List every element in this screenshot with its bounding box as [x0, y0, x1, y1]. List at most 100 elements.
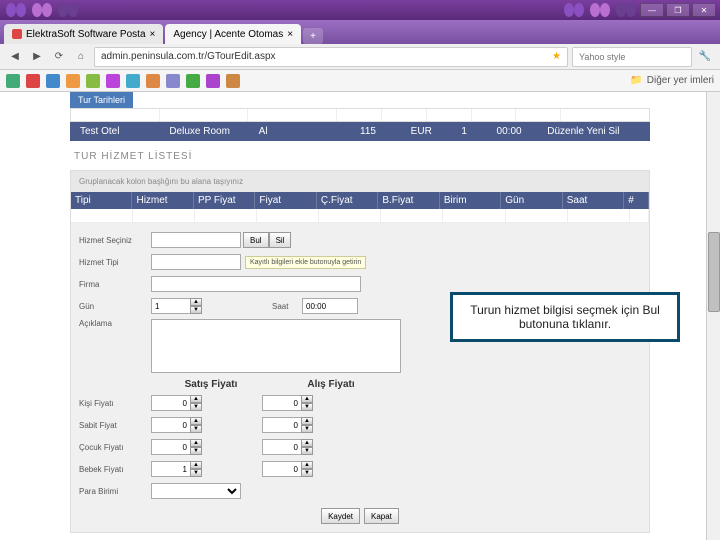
cell-actions[interactable]: Düzenle Yeni Sil	[541, 124, 646, 139]
bookmark-icon[interactable]	[126, 74, 140, 88]
url-input[interactable]: admin.peninsula.com.tr/GTourEdit.aspx ★	[94, 47, 568, 67]
spin-up-icon[interactable]: ▲	[190, 298, 202, 306]
cell-hotel: Test Otel	[74, 124, 163, 139]
col-tipi[interactable]: Tipi	[71, 192, 132, 209]
aciklama-textarea[interactable]	[151, 319, 401, 373]
bebek-alis-spinner[interactable]: ▲▼	[262, 461, 313, 477]
butterfly-decoration	[30, 1, 54, 19]
gun-spinner[interactable]: ▲▼	[151, 298, 202, 314]
tab-close-icon[interactable]: ×	[150, 29, 156, 40]
kisi-satis-spinner[interactable]: ▲▼	[151, 395, 202, 411]
info-message: Kayıtlı bilgileri ekle butonuyla getirin	[245, 256, 366, 269]
forward-button[interactable]: ▶	[28, 48, 46, 66]
cell-currency: EUR	[405, 124, 456, 139]
cell-empty	[303, 124, 354, 139]
wrench-icon[interactable]: 🔧	[696, 48, 714, 66]
home-button[interactable]: ⌂	[72, 48, 90, 66]
bookmark-icon[interactable]	[186, 74, 200, 88]
col-saat[interactable]: Saat	[563, 192, 624, 209]
label-cocuk: Çocuk Fiyatı	[79, 443, 151, 452]
window-titlebar: — ❐ ✕	[0, 0, 720, 20]
star-icon[interactable]: ★	[552, 51, 561, 62]
service-form: Hizmet Seçiniz Bul Sil Hizmet Tipi Kayıt…	[71, 223, 649, 532]
col-fiyat[interactable]: Fiyat	[255, 192, 316, 209]
gun-input[interactable]	[151, 298, 191, 314]
cocuk-alis-spinner[interactable]: ▲▼	[262, 439, 313, 455]
label-firma: Firma	[79, 280, 151, 289]
kaydet-button[interactable]: Kaydet	[321, 508, 360, 524]
col-bfiyat[interactable]: B.Fiyat	[378, 192, 439, 209]
label-aciklama: Açıklama	[79, 319, 151, 328]
vertical-scrollbar[interactable]	[706, 92, 720, 540]
bookmarks-bar: 📁 Diğer yer imleri	[0, 70, 720, 92]
butterfly-decoration	[56, 1, 80, 19]
spin-down-icon[interactable]: ▼	[190, 306, 202, 314]
hotel-data-row: Test Otel Deluxe Room Al 115 EUR 1 00:00…	[70, 122, 650, 141]
sabit-alis-spinner[interactable]: ▲▼	[262, 417, 313, 433]
hizmet-input[interactable]	[151, 232, 241, 248]
tab-elektrasoft[interactable]: ElektraSoft Software Posta ×	[4, 24, 163, 44]
kapat-button[interactable]: Kapat	[364, 508, 399, 524]
col-hizmet[interactable]: Hizmet	[132, 192, 193, 209]
maximize-button[interactable]: ❐	[666, 3, 690, 17]
tab-label: Agency | Acente Otomas	[173, 29, 283, 40]
bookmark-icon[interactable]	[166, 74, 180, 88]
butterfly-decoration	[588, 1, 612, 19]
butterfly-decoration	[4, 1, 28, 19]
tab-close-icon[interactable]: ×	[287, 29, 293, 40]
hizmet-tipi-input[interactable]	[151, 254, 241, 270]
label-hizmet-seciniz: Hizmet Seçiniz	[79, 236, 151, 245]
header-alis: Alış Fiyatı	[271, 379, 391, 390]
firma-input[interactable]	[151, 276, 361, 292]
new-tab-button[interactable]: +	[303, 28, 323, 44]
col-birim[interactable]: Birim	[440, 192, 501, 209]
sabit-satis-spinner[interactable]: ▲▼	[151, 417, 202, 433]
tab-agency[interactable]: Agency | Acente Otomas ×	[165, 24, 301, 44]
folder-icon: 📁	[630, 75, 642, 86]
saat-input[interactable]	[302, 298, 358, 314]
cell-room: Deluxe Room	[163, 124, 252, 139]
para-select[interactable]	[151, 483, 241, 499]
bookmark-icon[interactable]	[46, 74, 60, 88]
scrollbar-thumb[interactable]	[708, 232, 720, 312]
bookmark-icon[interactable]	[26, 74, 40, 88]
bookmark-icon[interactable]	[6, 74, 20, 88]
bookmark-icon[interactable]	[106, 74, 120, 88]
column-headers: Tipi Hizmet PP Fiyat Fiyat Ç.Fiyat B.Fiy…	[71, 192, 649, 209]
butterfly-decoration	[562, 1, 586, 19]
col-cfiyat[interactable]: Ç.Fiyat	[317, 192, 378, 209]
bookmark-icon[interactable]	[226, 74, 240, 88]
sil-button[interactable]: Sil	[269, 232, 292, 248]
minimize-button[interactable]: —	[640, 3, 664, 17]
bebek-satis-spinner[interactable]: ▲▼	[151, 461, 202, 477]
col-ppfiyat[interactable]: PP Fiyat	[194, 192, 255, 209]
section-title: TUR HİZMET LİSTESİ	[70, 141, 650, 170]
cell-time: 00:00	[491, 124, 542, 139]
instruction-callout: Turun hizmet bilgisi seçmek için Bul but…	[450, 292, 680, 342]
close-window-button[interactable]: ✕	[692, 3, 716, 17]
bookmark-icon[interactable]	[146, 74, 160, 88]
bul-button[interactable]: Bul	[243, 232, 269, 248]
browser-tabs: ElektraSoft Software Posta × Agency | Ac…	[0, 20, 720, 44]
bookmark-icon[interactable]	[66, 74, 80, 88]
back-button[interactable]: ◀	[6, 48, 24, 66]
bookmark-icon[interactable]	[206, 74, 220, 88]
label-kisi: Kişi Fiyatı	[79, 399, 151, 408]
cell-al: Al	[253, 124, 304, 139]
col-gun[interactable]: Gün	[501, 192, 562, 209]
other-bookmarks[interactable]: 📁 Diğer yer imleri	[630, 75, 714, 86]
label-para: Para Birimi	[79, 487, 151, 496]
address-bar: ◀ ▶ ⟳ ⌂ admin.peninsula.com.tr/GTourEdit…	[0, 44, 720, 70]
empty-data-row	[71, 209, 649, 223]
col-hash[interactable]: #	[624, 192, 649, 209]
bookmark-icon[interactable]	[86, 74, 100, 88]
search-input[interactable]	[572, 47, 692, 67]
label-gun: Gün	[79, 302, 151, 311]
label-sabit: Sabit Fiyat	[79, 421, 151, 430]
tur-tarihleri-tab[interactable]: Tur Tarihleri	[70, 92, 133, 108]
kisi-alis-spinner[interactable]: ▲▼	[262, 395, 313, 411]
reload-button[interactable]: ⟳	[50, 48, 68, 66]
page-content: Tur Tarihleri Test Otel Deluxe Room Al 1…	[0, 92, 720, 540]
cell-qty: 1	[455, 124, 490, 139]
cocuk-satis-spinner[interactable]: ▲▼	[151, 439, 202, 455]
